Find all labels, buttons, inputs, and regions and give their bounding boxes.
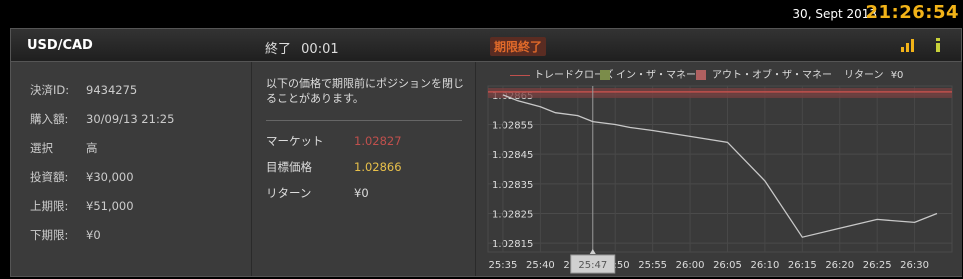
- detail-row: 決済ID: 9434275: [30, 82, 137, 98]
- x-tick-label: 25:40: [526, 260, 555, 271]
- top-bar: 30, Sept 2013 21:26:54: [0, 0, 963, 26]
- return-row: リターン ¥0: [266, 185, 369, 201]
- target-row: 目標価格 1.02866: [266, 159, 402, 175]
- detail-value: ¥0: [86, 228, 101, 242]
- y-tick-label: 1.02815: [492, 239, 533, 250]
- trade-panel: USD/CAD 終了 00:01 期限終了 決済ID: 9434275 購入額: 3…: [10, 28, 962, 277]
- y-tick-label: 1.02845: [492, 150, 533, 161]
- x-tick-label: 26:25: [863, 260, 892, 271]
- detail-label: 下期限:: [30, 228, 69, 242]
- x-tick-label: 26:00: [676, 260, 705, 271]
- x-tick-label: 25:55: [638, 260, 667, 271]
- trade-status: 終了 00:01: [265, 38, 339, 57]
- detail-row: 選択 高: [30, 140, 98, 156]
- price-chart: トレードクローズ イン・ザ・マネー アウト・オブ・ザ・マネー リターン ¥0 1…: [476, 62, 962, 276]
- detail-label: 上期限:: [30, 199, 69, 213]
- x-tick-label: 26:15: [788, 260, 817, 271]
- expired-badge: 期限終了: [490, 37, 547, 56]
- y-tick-label: 1.02825: [492, 209, 533, 220]
- plot-area: [487, 85, 953, 253]
- x-tick-label: 26:30: [900, 260, 929, 271]
- detail-row: 上期限: ¥51,000: [30, 198, 134, 214]
- market-value: 1.02827: [354, 134, 402, 148]
- return-value: ¥0: [354, 186, 369, 200]
- detail-label: 投資額:: [30, 170, 69, 184]
- status-time: 00:01: [301, 42, 339, 57]
- currency-pair: USD/CAD: [27, 38, 93, 53]
- chart-svg: 1.028651.028551.028451.028351.028251.028…: [487, 85, 953, 274]
- detail-value: 9434275: [86, 83, 138, 97]
- detail-label: 選択: [30, 141, 53, 155]
- detail-value: 30/09/13 21:25: [86, 112, 175, 126]
- out-money-band: [488, 88, 952, 98]
- detail-value: 高: [86, 141, 98, 155]
- date-display: 30, Sept 2013: [792, 7, 877, 21]
- close-note: 以下の価格で期限前にポジションを閉じることがあります。: [266, 77, 464, 105]
- detail-row: 下期限: ¥0: [30, 227, 101, 243]
- target-value: 1.02866: [354, 160, 402, 174]
- marker-label: 25:47: [578, 260, 607, 271]
- x-tick-label: 26:05: [713, 260, 742, 271]
- market-row: マーケット 1.02827: [266, 133, 402, 149]
- bar-chart-icon[interactable]: [899, 36, 917, 54]
- result-summary: 以下の価格で期限前にポジションを閉じることがあります。 マーケット 1.02827…: [252, 62, 476, 276]
- detail-label: 購入額:: [30, 112, 69, 126]
- x-tick-label: 26:20: [825, 260, 854, 271]
- return-label: リターン: [266, 186, 312, 200]
- info-icon[interactable]: [929, 36, 947, 54]
- detail-label: 決済ID:: [30, 83, 70, 97]
- divider: [266, 120, 462, 121]
- status-label: 終了: [265, 42, 292, 57]
- detail-value: ¥51,000: [86, 199, 134, 213]
- market-label: マーケット: [266, 134, 324, 148]
- target-label: 目標価格: [266, 160, 312, 174]
- detail-value: ¥30,000: [86, 170, 134, 184]
- trade-header: USD/CAD 終了 00:01 期限終了: [11, 29, 961, 62]
- detail-row: 投資額: ¥30,000: [30, 169, 134, 185]
- clock-display: 21:26:54: [865, 2, 959, 23]
- trade-details: 決済ID: 9434275 購入額: 30/09/13 21:25 選択 高 投資額:…: [11, 62, 252, 276]
- y-tick-label: 1.02835: [492, 180, 533, 191]
- x-tick-label: 26:10: [750, 260, 779, 271]
- y-tick-label: 1.02855: [492, 121, 533, 132]
- x-tick-label: 25:35: [489, 260, 518, 271]
- detail-row: 購入額: 30/09/13 21:25: [30, 111, 174, 127]
